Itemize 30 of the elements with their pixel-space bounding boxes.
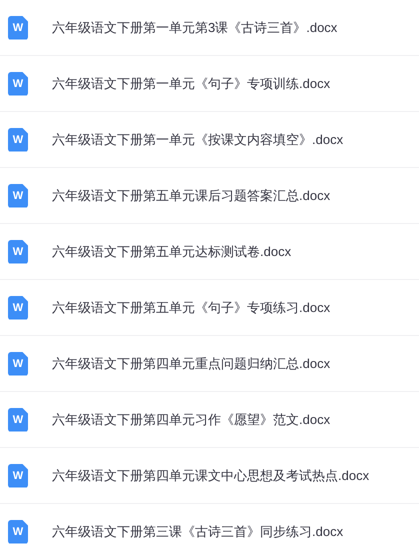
file-row[interactable]: W 六年级语文下册第一单元《按课文内容填空》.docx <box>0 112 419 168</box>
file-row[interactable]: W 六年级语文下册第五单元《句子》专项练习.docx <box>0 280 419 336</box>
file-row[interactable]: W 六年级语文下册第四单元重点问题归纳汇总.docx <box>0 336 419 392</box>
file-name: 六年级语文下册第一单元《句子》专项训练.docx <box>52 74 330 93</box>
file-row[interactable]: W 六年级语文下册第四单元习作《愿望》范文.docx <box>0 392 419 448</box>
word-file-icon: W <box>8 352 28 376</box>
word-file-icon: W <box>8 464 28 488</box>
word-file-icon: W <box>8 72 28 96</box>
file-name: 六年级语文下册第四单元习作《愿望》范文.docx <box>52 410 330 429</box>
file-name: 六年级语文下册第一单元第3课《古诗三首》.docx <box>52 18 338 37</box>
file-row[interactable]: W 六年级语文下册第一单元《句子》专项训练.docx <box>0 56 419 112</box>
word-file-icon: W <box>8 16 28 40</box>
file-name: 六年级语文下册第三课《古诗三首》同步练习.docx <box>52 522 344 541</box>
word-file-icon: W <box>8 128 28 152</box>
word-file-icon: W <box>8 520 28 544</box>
word-file-icon: W <box>8 296 28 320</box>
file-row[interactable]: W 六年级语文下册第五单元课后习题答案汇总.docx <box>0 168 419 224</box>
file-name: 六年级语文下册第五单元课后习题答案汇总.docx <box>52 186 330 205</box>
file-name: 六年级语文下册第四单元课文中心思想及考试热点.docx <box>52 466 370 485</box>
file-row[interactable]: W 六年级语文下册第一单元第3课《古诗三首》.docx <box>0 0 419 56</box>
word-file-icon: W <box>8 408 28 432</box>
file-name: 六年级语文下册第四单元重点问题归纳汇总.docx <box>52 354 330 373</box>
file-row[interactable]: W 六年级语文下册第四单元课文中心思想及考试热点.docx <box>0 448 419 504</box>
file-name: 六年级语文下册第一单元《按课文内容填空》.docx <box>52 130 344 149</box>
file-row[interactable]: W 六年级语文下册第三课《古诗三首》同步练习.docx <box>0 504 419 559</box>
file-name: 六年级语文下册第五单元达标测试卷.docx <box>52 242 292 261</box>
file-row[interactable]: W 六年级语文下册第五单元达标测试卷.docx <box>0 224 419 280</box>
file-name: 六年级语文下册第五单元《句子》专项练习.docx <box>52 298 330 317</box>
word-file-icon: W <box>8 240 28 264</box>
word-file-icon: W <box>8 184 28 208</box>
